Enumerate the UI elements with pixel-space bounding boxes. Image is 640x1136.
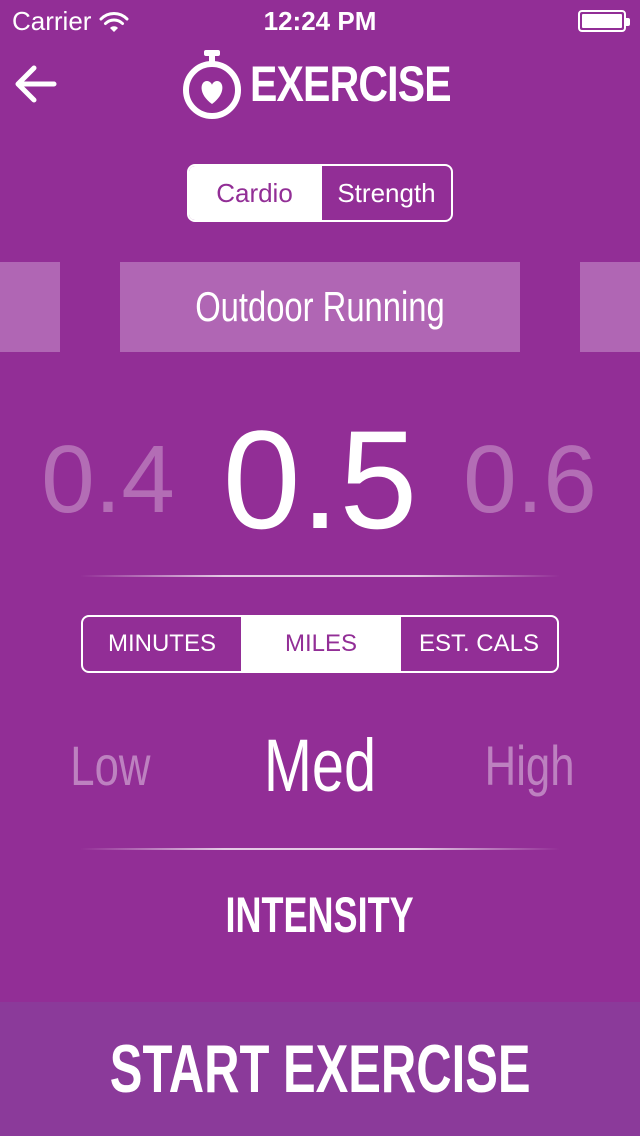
stopwatch-heart-icon [183,50,241,119]
activity-label: Outdoor Running [195,283,445,330]
activity-carousel-next[interactable] [580,262,640,352]
intensity-heading: INTENSITY [0,880,640,950]
segment-est-cals[interactable]: EST. CALS [398,617,557,671]
intensity-low[interactable]: Low [30,715,190,815]
segment-strength[interactable]: Strength [320,166,451,220]
segment-cardio[interactable]: Cardio [189,166,320,220]
header: EXERCISE [0,44,640,124]
intensity-med-label: Med [263,723,377,807]
value-current[interactable]: 0.5 [200,400,440,560]
value-previous[interactable]: 0.4 [18,400,198,560]
activity-carousel-current[interactable]: Outdoor Running [120,262,520,352]
segment-minutes[interactable]: MINUTES [83,617,241,671]
activity-carousel-prev[interactable] [0,262,60,352]
segment-miles[interactable]: MILES [240,617,399,671]
page-title: EXERCISE [250,56,452,112]
exercise-type-segmented-control: Cardio Strength [187,164,453,222]
start-exercise-button[interactable]: START EXERCISE [0,1002,640,1136]
status-time: 12:24 PM [263,6,377,36]
intensity-picker: Low Med High [0,715,640,815]
start-exercise-label: START EXERCISE [109,1031,531,1107]
battery-icon [578,10,630,32]
intensity-high-label: High [485,733,575,797]
intensity-heading-text: INTENSITY [225,887,415,943]
intensity-low-label: Low [69,733,151,797]
unit-segmented-control: MINUTES MILES EST. CALS [81,615,559,673]
status-bar: Carrier 12:24 PM [0,0,640,40]
intensity-high[interactable]: High [450,715,610,815]
divider [80,848,560,850]
value-picker: 0.4 0.5 0.6 [0,400,640,560]
divider [80,575,560,577]
value-next[interactable]: 0.6 [440,400,620,560]
intensity-med[interactable]: Med [200,715,440,815]
